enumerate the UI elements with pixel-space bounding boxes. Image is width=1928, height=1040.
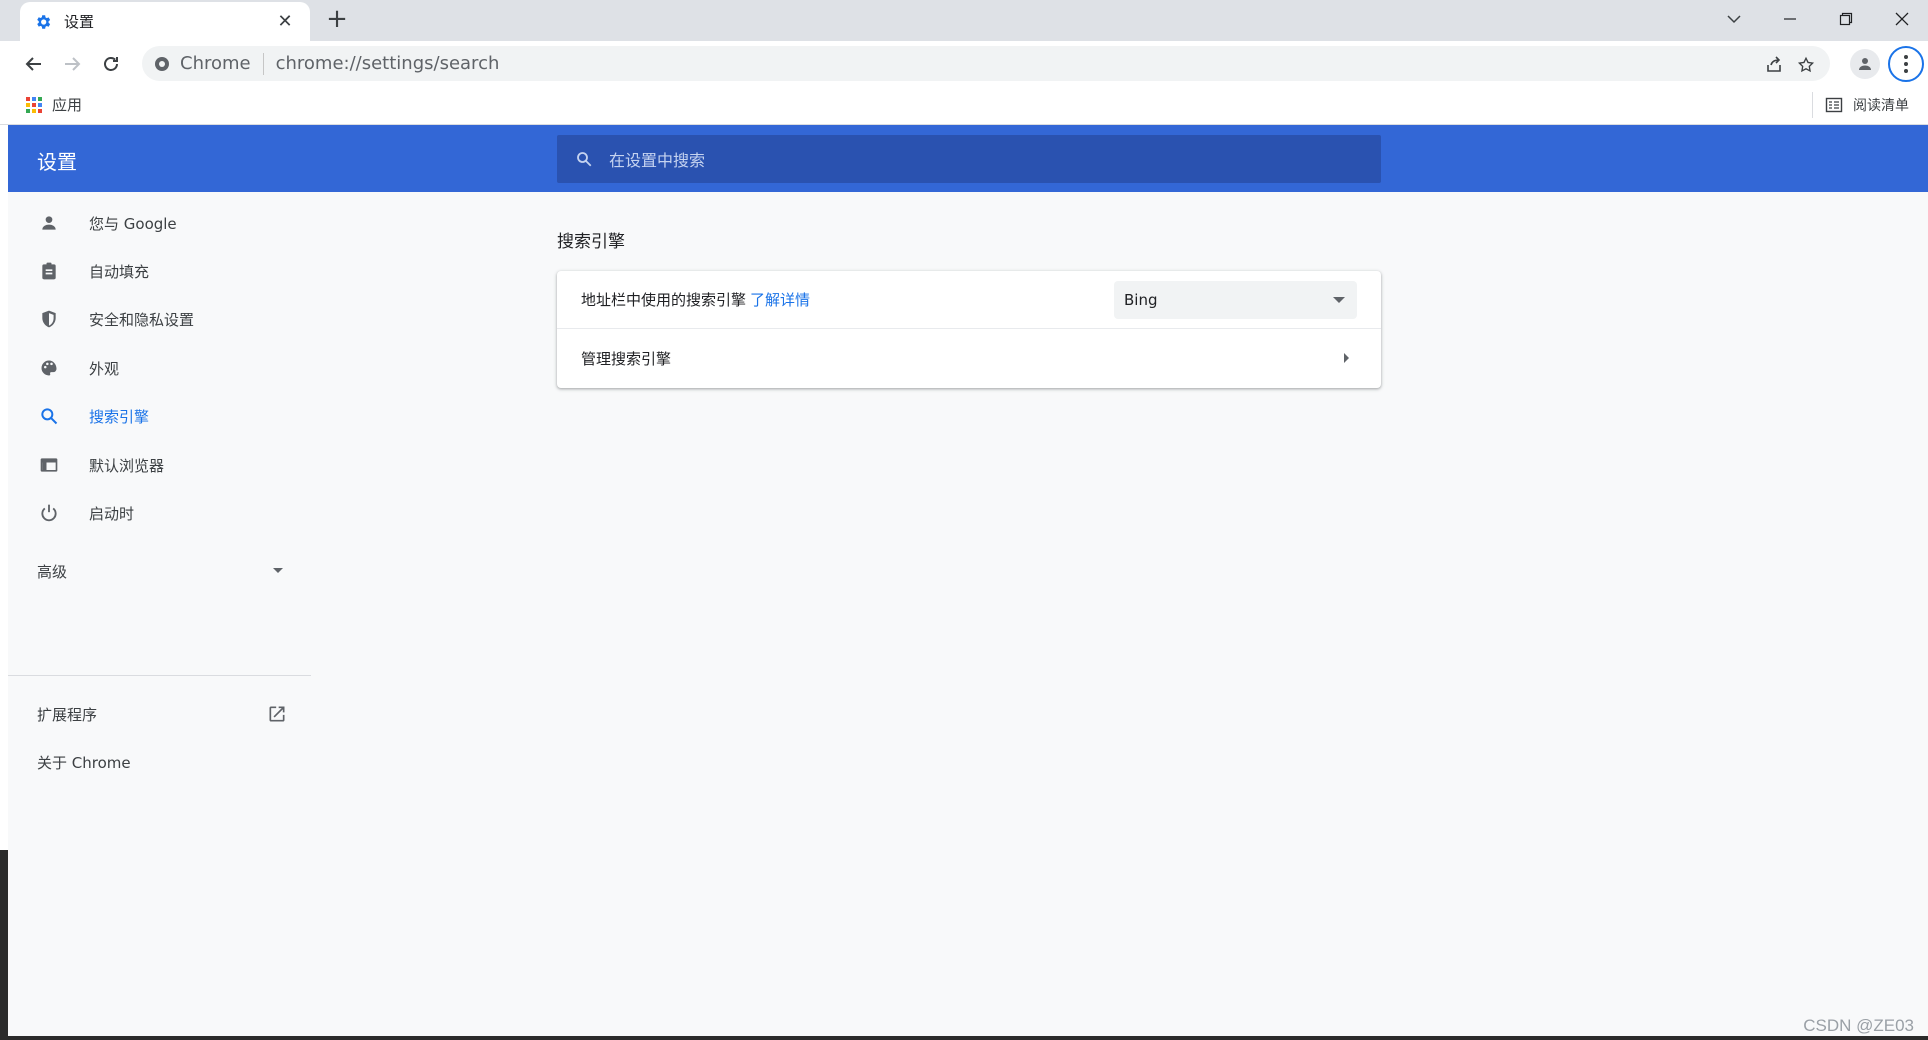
apps-label: 应用 — [52, 96, 83, 114]
manage-search-engines-row[interactable]: 管理搜索引擎 — [557, 329, 1381, 387]
sidebar-item-label: 您与 Google — [89, 214, 177, 233]
back-arrow-icon[interactable] — [18, 48, 50, 80]
dropdown-arrow-icon — [1333, 297, 1345, 303]
reading-list-button[interactable]: 阅读清单 — [1812, 92, 1909, 118]
sidebar-item-privacy[interactable]: 安全和隐私设置 — [8, 295, 311, 343]
search-engine-select[interactable]: Bing — [1114, 281, 1357, 319]
more-menu-icon[interactable] — [1888, 46, 1924, 82]
forward-arrow-icon[interactable] — [56, 48, 88, 80]
sidebar-item-label: 搜索引擎 — [89, 407, 150, 426]
new-tab-button[interactable]: + — [323, 6, 351, 34]
share-icon[interactable] — [1762, 53, 1786, 77]
bookmarks-bar: 应用 阅读清单 — [0, 86, 1928, 125]
shield-icon — [37, 307, 61, 331]
search-icon — [37, 404, 61, 428]
sidebar-item-label: 默认浏览器 — [89, 456, 165, 475]
extensions-label: 扩展程序 — [37, 705, 98, 724]
settings-header: 设置 在设置中搜索 — [8, 125, 1928, 192]
page-title: 设置 — [37, 150, 77, 174]
reading-list-icon — [1825, 97, 1843, 113]
address-bar-search-engine-row: 地址栏中使用的搜索引擎 了解详情 Bing — [557, 271, 1381, 329]
sidebar-item-label: 启动时 — [89, 504, 135, 523]
left-window-edge-dark — [0, 850, 8, 1036]
tab-search-chevron-icon[interactable] — [1712, 4, 1756, 34]
tab-settings[interactable]: 设置 ✕ — [20, 2, 310, 41]
url-separator — [262, 52, 264, 75]
tab-close-icon[interactable]: ✕ — [274, 11, 296, 32]
address-bar-engine-label: 地址栏中使用的搜索引擎 — [581, 291, 747, 309]
section-title: 搜索引擎 — [557, 232, 625, 252]
person-icon — [37, 211, 61, 235]
url-scheme-label: Chrome — [180, 53, 251, 74]
search-engine-card: 地址栏中使用的搜索引擎 了解详情 Bing 管理搜索引擎 — [557, 271, 1381, 388]
advanced-label: 高级 — [37, 562, 68, 581]
learn-more-link[interactable]: 了解详情 — [750, 289, 810, 310]
chrome-logo-icon — [154, 56, 170, 72]
sidebar-item-you-and-google[interactable]: 您与 Google — [8, 199, 311, 247]
sidebar-item-default-browser[interactable]: 默认浏览器 — [8, 441, 311, 489]
selected-engine: Bing — [1124, 291, 1158, 309]
close-window-icon[interactable] — [1880, 4, 1924, 34]
tab-strip: 设置 ✕ + — [0, 0, 1928, 41]
profile-avatar-icon[interactable] — [1850, 49, 1880, 79]
bookmark-star-icon[interactable] — [1794, 53, 1818, 77]
search-icon — [575, 150, 593, 168]
minimize-icon[interactable] — [1768, 4, 1812, 34]
browser-toolbar: Chrome chrome://settings/search — [0, 41, 1928, 86]
about-chrome-label: 关于 Chrome — [37, 753, 131, 772]
settings-page: 设置 在设置中搜索 您与 Google 自动填充 安全和隐私设置 外观 搜索引擎… — [8, 125, 1928, 1040]
bottom-edge — [0, 1036, 1928, 1040]
sidebar-divider — [8, 675, 311, 676]
clipboard-icon — [37, 259, 61, 283]
manage-search-engines-label: 管理搜索引擎 — [581, 349, 672, 368]
sidebar-advanced-toggle[interactable]: 高级 — [8, 547, 311, 595]
reading-list-label: 阅读清单 — [1853, 98, 1909, 114]
url-text[interactable]: chrome://settings/search — [276, 53, 500, 74]
sidebar-item-label: 外观 — [89, 359, 120, 378]
watermark: CSDN @ZE03 — [1803, 1016, 1914, 1035]
sidebar-item-on-startup[interactable]: 启动时 — [8, 489, 311, 537]
palette-icon — [37, 356, 61, 380]
restore-icon[interactable] — [1824, 4, 1868, 34]
sidebar-item-appearance[interactable]: 外观 — [8, 344, 311, 392]
apps-shortcut[interactable]: 应用 — [26, 94, 82, 115]
power-icon — [37, 501, 61, 525]
sidebar-item-search-engine[interactable]: 搜索引擎 — [8, 392, 311, 440]
caret-down-icon — [273, 568, 283, 573]
chevron-right-icon — [1344, 353, 1349, 363]
sidebar-item-label: 安全和隐私设置 — [89, 310, 195, 329]
gear-icon — [34, 13, 52, 31]
tab-title: 设置 — [64, 13, 95, 31]
settings-search-input[interactable]: 在设置中搜索 — [557, 135, 1381, 183]
address-bar[interactable]: Chrome chrome://settings/search — [142, 46, 1830, 81]
external-link-icon — [267, 704, 287, 724]
search-placeholder: 在设置中搜索 — [609, 151, 706, 170]
sidebar-item-about-chrome[interactable]: 关于 Chrome — [8, 738, 311, 786]
sidebar-item-extensions[interactable]: 扩展程序 — [8, 690, 311, 738]
apps-grid-icon — [26, 96, 42, 113]
sidebar-item-autofill[interactable]: 自动填充 — [8, 247, 311, 295]
reload-icon[interactable] — [95, 48, 127, 80]
browser-window-icon — [37, 453, 61, 477]
sidebar-item-label: 自动填充 — [89, 262, 150, 281]
